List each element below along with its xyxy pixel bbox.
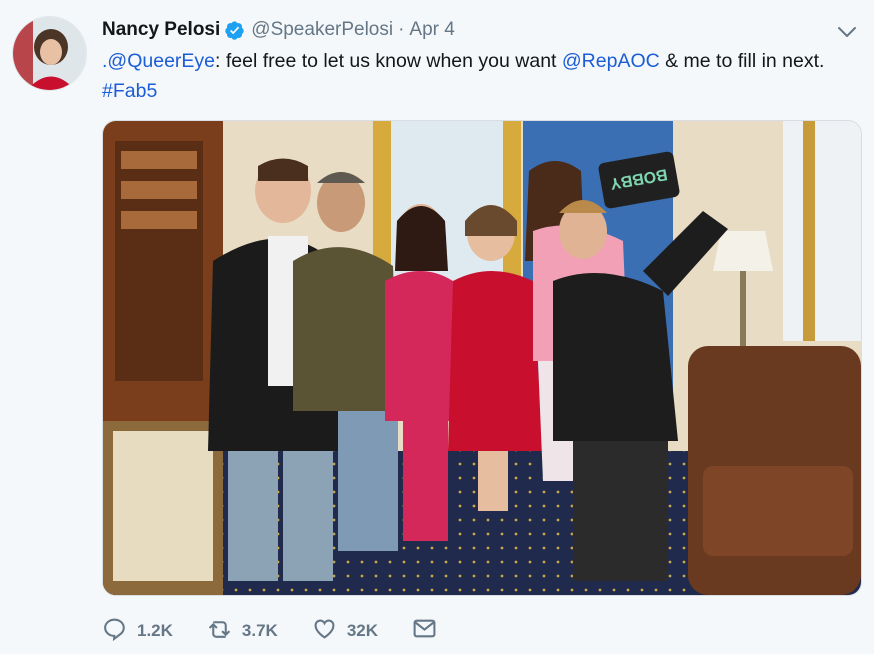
tweet-actions: 1.2K 3.7K 32K [102,616,471,646]
verified-badge-icon [224,20,245,41]
reply-button[interactable]: 1.2K [102,616,173,646]
chevron-down-icon[interactable] [836,23,858,41]
retweet-button[interactable]: 3.7K [207,616,278,646]
tweet-text-segment: & me to fill in next. [659,50,825,72]
reply-icon [102,616,127,646]
tweet-text: .@QueerEye: feel free to let us know whe… [102,46,842,106]
like-button[interactable]: 32K [312,616,378,646]
tweet-photo[interactable]: BOBBY [102,120,862,596]
group-selfie-photo: BOBBY [103,121,861,595]
author-avatar[interactable] [12,16,87,91]
tweet-text-segment: : feel free to let us know when you want [215,50,562,72]
like-count: 32K [346,621,379,640]
like-icon [312,616,337,646]
direct-message-button[interactable] [412,616,437,646]
author-handle[interactable]: @SpeakerPelosi [251,19,393,41]
tweet-header: Nancy Pelosi @SpeakerPelosi · Apr 4 [102,17,455,43]
author-avatar-image [13,17,86,90]
mention-link[interactable]: .@QueerEye [102,50,215,72]
retweet-count: 3.7K [241,621,278,640]
direct-message-icon [412,616,437,646]
header-separator: · [398,19,405,40]
hashtag-link[interactable]: #Fab5 [102,80,157,102]
mention-link[interactable]: @RepAOC [562,50,660,72]
tweet-date[interactable]: Apr 4 [409,19,454,41]
author-name[interactable]: Nancy Pelosi [102,19,220,41]
retweet-icon [207,616,232,646]
reply-count: 1.2K [137,621,173,640]
